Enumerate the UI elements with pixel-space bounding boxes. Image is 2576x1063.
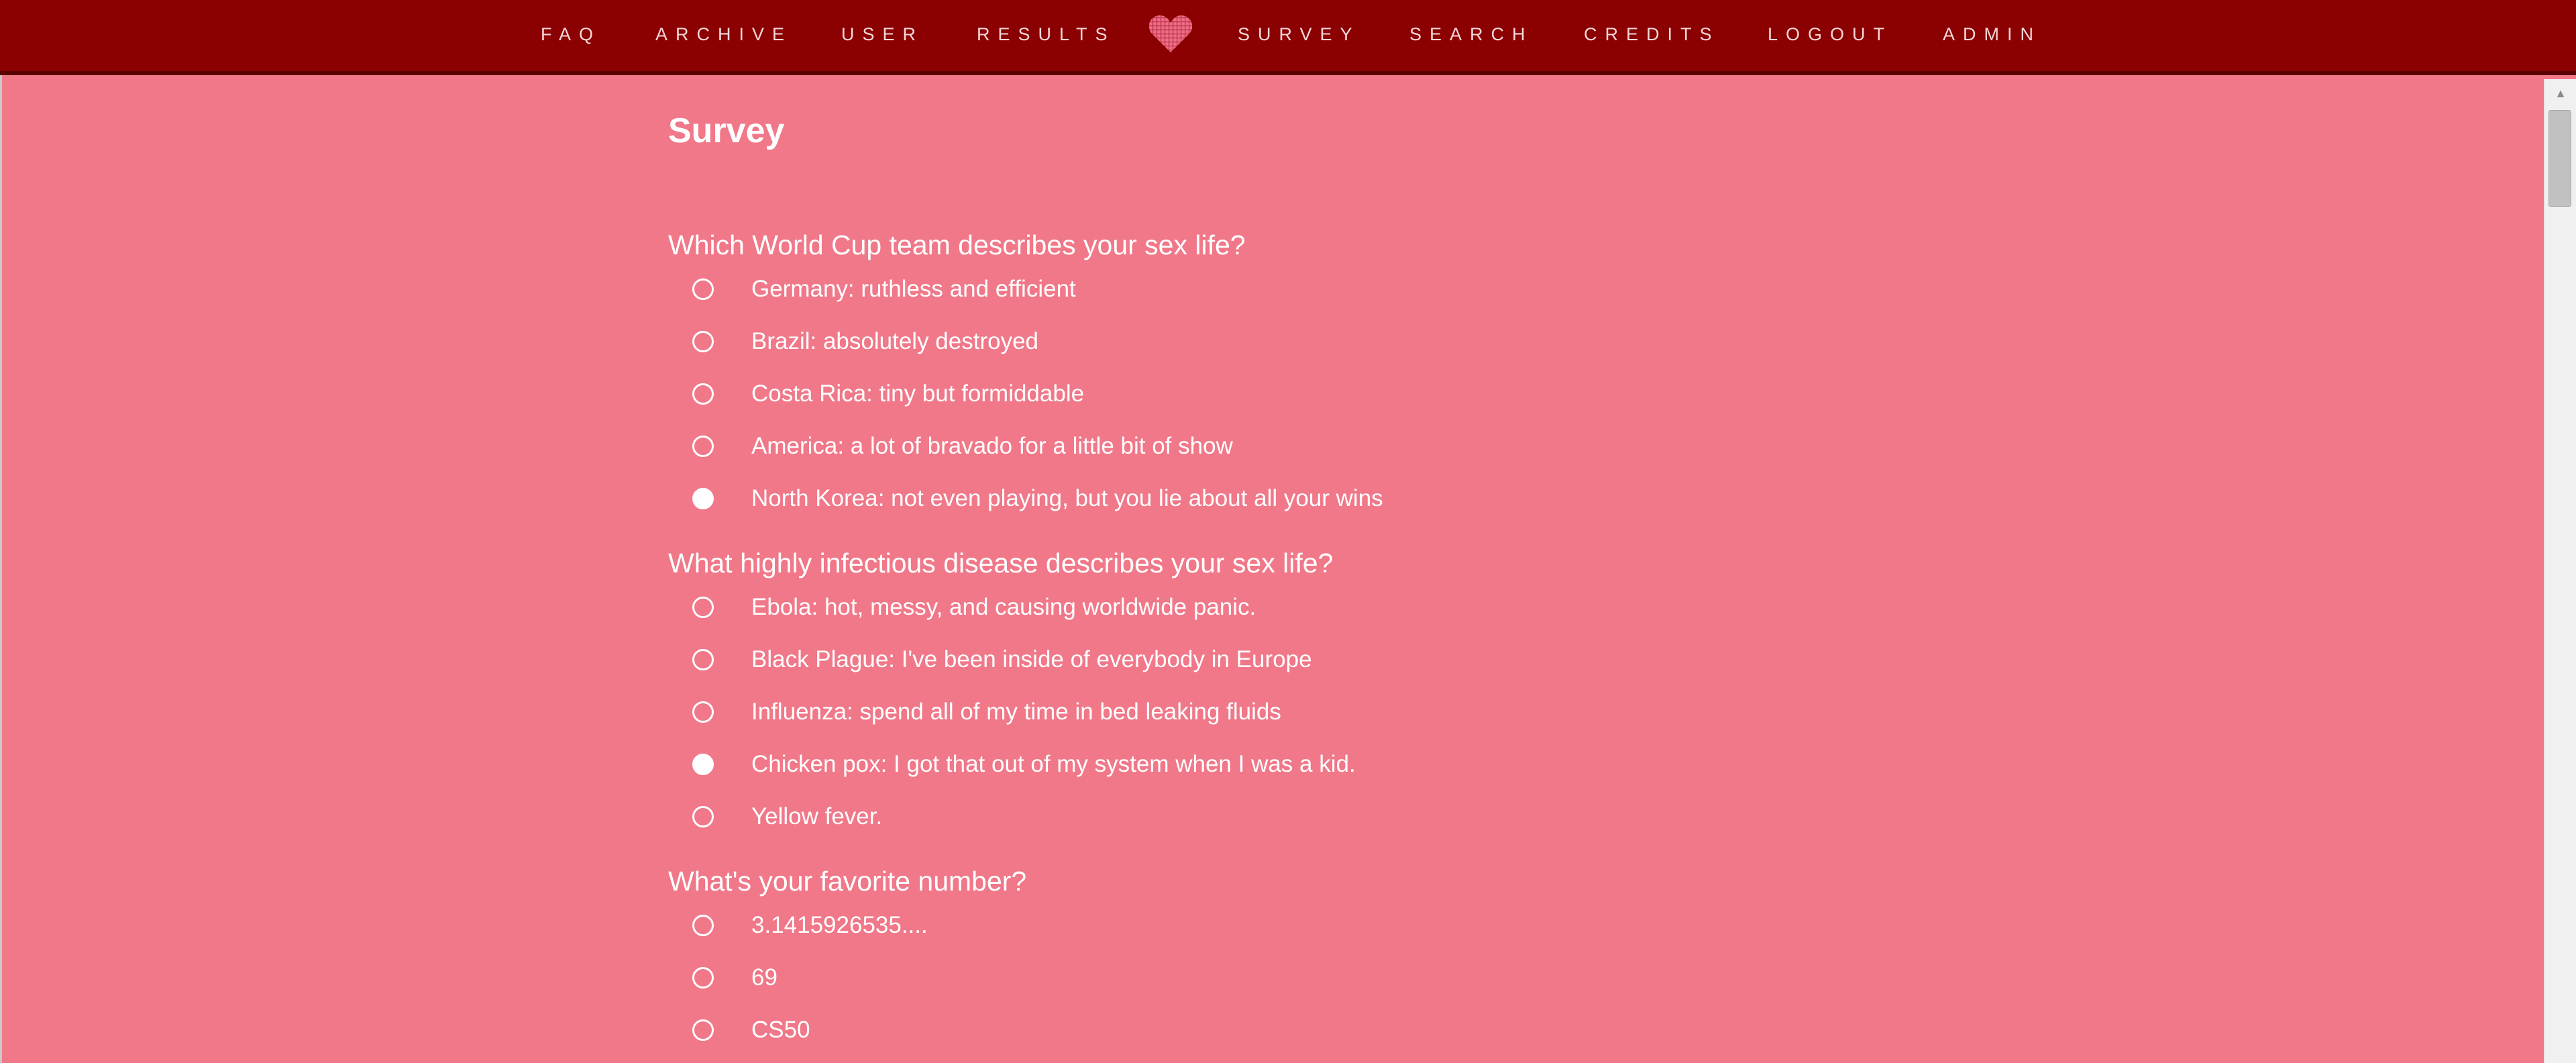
radio-button[interactable] [692,1019,714,1041]
option-label[interactable]: Germany: ruthless and efficient [751,276,1076,303]
nav-link-logout[interactable]: LOGOUT [1768,24,1892,45]
nav-link-faq[interactable]: FAQ [541,24,601,45]
radio-button[interactable] [692,649,714,670]
nav-link-user[interactable]: USER [841,24,924,45]
radio-button[interactable] [692,436,714,457]
radio-button[interactable] [692,915,714,936]
option-label[interactable]: North Korea: not even playing, but you l… [751,485,1383,512]
option-label[interactable]: Costa Rica: tiny but formiddable [751,381,1084,407]
question-3-option[interactable]: CS50 [692,1013,810,1047]
option-label[interactable]: 3.1415926535.... [751,912,928,939]
question-3-text: What's your favorite number? [668,866,1027,897]
nav-link-survey[interactable]: SURVEY [1238,24,1360,45]
radio-button[interactable] [692,701,714,723]
radio-button[interactable] [692,597,714,618]
option-label[interactable]: Chicken pox: I got that out of my system… [751,751,1356,778]
question-1-option[interactable]: Costa Rica: tiny but formiddable [692,377,1084,411]
option-label[interactable]: America: a lot of bravado for a little b… [751,433,1233,460]
option-label[interactable]: Black Plague: I've been inside of everyb… [751,646,1312,673]
question-1-option[interactable]: Brazil: absolutely destroyed [692,325,1038,358]
top-navigation-bar: FAQ ARCHIVE USER RESULTS SURVEY SEARCH C… [0,0,2576,75]
radio-button[interactable] [692,383,714,405]
radio-button[interactable] [692,967,714,989]
page-title: Survey [668,111,785,150]
question-2-option[interactable]: Ebola: hot, messy, and causing worldwide… [692,591,1256,624]
window-edge [0,75,2,1063]
nav-link-credits[interactable]: CREDITS [1584,24,1720,45]
radio-button[interactable] [692,754,714,775]
question-1-text: Which World Cup team describes your sex … [668,230,1246,260]
radio-button[interactable] [692,279,714,300]
option-label[interactable]: Ebola: hot, messy, and causing worldwide… [751,594,1256,621]
nav-link-admin[interactable]: ADMIN [1943,24,2041,45]
option-label[interactable]: 69 [751,964,777,991]
heart-icon[interactable] [1148,13,1193,54]
question-2-option[interactable]: Influenza: spend all of my time in bed l… [692,695,1281,729]
question-1-option[interactable]: Germany: ruthless and efficient [692,272,1076,306]
nav-link-search[interactable]: SEARCH [1409,24,1534,45]
option-label[interactable]: CS50 [751,1017,810,1044]
survey-content: Survey Which World Cup team describes yo… [668,107,2412,1043]
question-2-text: What highly infectious disease describes… [668,548,1334,578]
radio-button[interactable] [692,806,714,827]
scrollbar-thumb[interactable] [2548,110,2571,207]
option-label[interactable]: Influenza: spend all of my time in bed l… [751,699,1281,725]
radio-button[interactable] [692,488,714,509]
question-2-option[interactable]: Chicken pox: I got that out of my system… [692,748,1356,781]
nav-link-archive[interactable]: ARCHIVE [655,24,792,45]
vertical-scrollbar[interactable]: ▲ [2544,79,2576,1063]
question-2-option[interactable]: Yellow fever. [692,800,882,833]
question-1-option[interactable]: North Korea: not even playing, but you l… [692,482,1383,515]
question-2-option[interactable]: Black Plague: I've been inside of everyb… [692,643,1312,676]
option-label[interactable]: Brazil: absolutely destroyed [751,328,1038,355]
question-3-option[interactable]: 3.1415926535.... [692,909,928,942]
nav-link-results[interactable]: RESULTS [977,24,1116,45]
question-1-option[interactable]: America: a lot of bravado for a little b… [692,429,1233,463]
option-label[interactable]: Yellow fever. [751,803,882,830]
radio-button[interactable] [692,331,714,352]
scroll-up-arrow-icon[interactable]: ▲ [2544,79,2576,107]
question-3-option[interactable]: 69 [692,961,777,995]
